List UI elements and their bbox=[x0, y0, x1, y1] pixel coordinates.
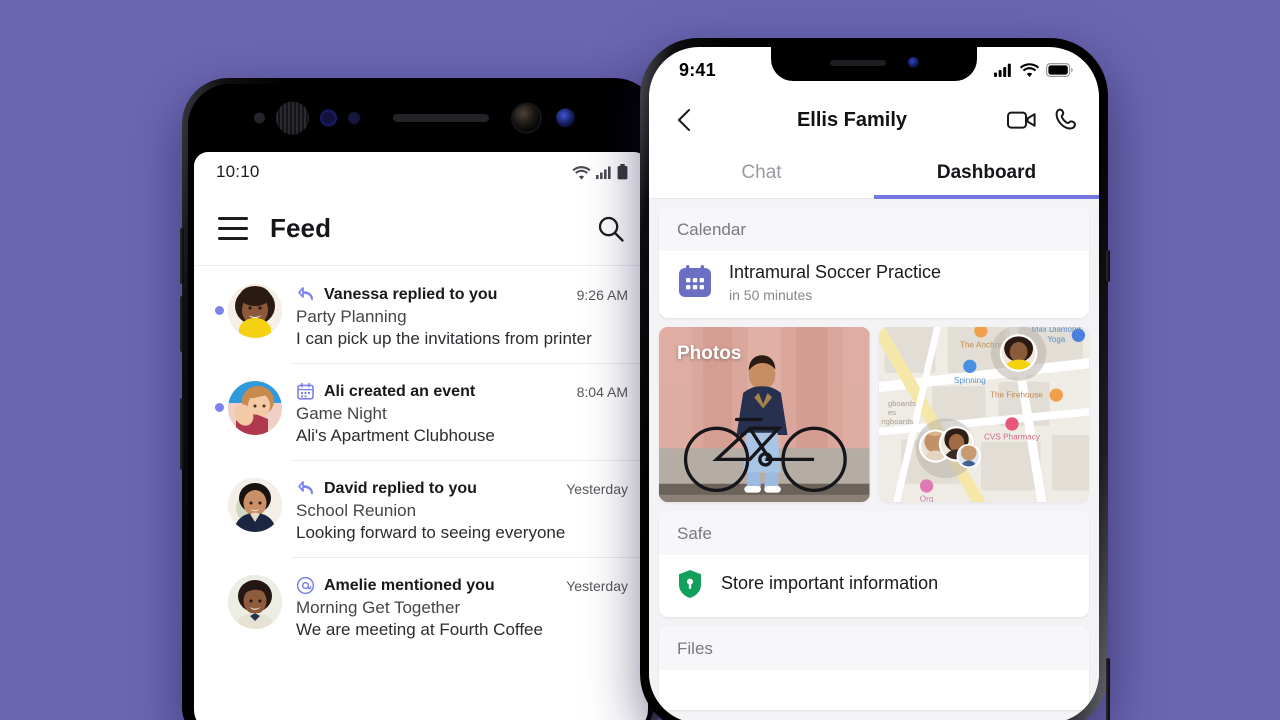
photos-tile[interactable]: Photos bbox=[659, 326, 870, 502]
iris-sensor-icon bbox=[320, 109, 337, 127]
feed-item-time: 8:04 AM bbox=[576, 383, 628, 400]
reply-icon bbox=[296, 285, 315, 304]
secondary-camera-icon bbox=[556, 108, 575, 128]
back-chevron-icon[interactable] bbox=[673, 106, 697, 134]
feed-item-title: Amelie mentioned you bbox=[324, 576, 495, 594]
battery-icon bbox=[617, 164, 628, 180]
unread-indicator bbox=[215, 403, 224, 412]
svg-text:The Firehouse: The Firehouse bbox=[989, 390, 1042, 399]
conversation-tabs: Chat Dashboard bbox=[649, 147, 1099, 199]
feed-item-time: Yesterday bbox=[566, 577, 628, 594]
feed-item-title: Vanessa replied to you bbox=[324, 285, 498, 303]
avatar bbox=[228, 381, 282, 435]
shield-icon bbox=[677, 569, 703, 599]
page-title: Feed bbox=[270, 213, 332, 243]
calendar-icon bbox=[677, 264, 713, 300]
photos-tile-label: Photos bbox=[677, 342, 742, 364]
cellular-icon bbox=[596, 166, 611, 179]
svg-text:Max Diamond: Max Diamond bbox=[1031, 327, 1080, 334]
dashboard-tiles: Photos The Anchor Spinning The Firehouse… bbox=[659, 326, 1089, 502]
left-status-time: 10:10 bbox=[216, 162, 260, 181]
calendar-card[interactable]: Calendar Intramural Soccer Practice in 5… bbox=[659, 207, 1089, 318]
wifi-icon bbox=[1020, 63, 1039, 77]
right-phone-mute-button[interactable] bbox=[1106, 250, 1110, 282]
video-call-icon[interactable] bbox=[1007, 109, 1037, 131]
iphone-device: 9:41 Ellis Family Chat Dashboard Calenda… bbox=[640, 38, 1110, 720]
light-sensor-icon bbox=[348, 112, 360, 124]
feed-item-message: Looking forward to seeing everyone bbox=[296, 523, 566, 542]
avatar bbox=[228, 284, 282, 338]
svg-text:Yoga: Yoga bbox=[1047, 335, 1065, 344]
map-tile[interactable]: The Anchor Spinning The Firehouse CVS Ph… bbox=[878, 326, 1089, 502]
earpiece-speaker-icon bbox=[276, 101, 309, 135]
search-icon[interactable] bbox=[596, 214, 626, 244]
list-item[interactable]: Amelie mentioned you Yesterday Morning G… bbox=[194, 557, 648, 654]
tab-dashboard[interactable]: Dashboard bbox=[874, 147, 1099, 199]
battery-icon bbox=[1046, 63, 1073, 77]
proximity-sensor-icon bbox=[254, 112, 265, 124]
cellular-icon bbox=[994, 63, 1011, 77]
feed-item-subject: School Reunion bbox=[296, 501, 417, 520]
right-status-time: 9:41 bbox=[679, 59, 716, 80]
reply-icon bbox=[296, 479, 315, 498]
left-phone-power-button[interactable] bbox=[180, 398, 184, 470]
active-tab-underline bbox=[874, 195, 1099, 199]
left-phone-screen: 10:10 Feed Vanessa replied to you 9:26 A… bbox=[194, 152, 648, 720]
android-phone-device: 10:10 Feed Vanessa replied to you 9:26 A… bbox=[180, 78, 660, 720]
svg-text:Org: Org bbox=[919, 494, 933, 502]
speaker-grille-icon bbox=[393, 114, 489, 122]
feed-item-subject: Game Night bbox=[296, 404, 387, 423]
unread-indicator bbox=[215, 306, 224, 315]
avatar bbox=[228, 575, 282, 629]
conversation-title: Ellis Family bbox=[796, 108, 908, 131]
right-phone-power-button[interactable] bbox=[1106, 658, 1110, 720]
feed-item-title: Ali created an event bbox=[324, 382, 476, 400]
dashboard-panel: Calendar Intramural Soccer Practice in 5… bbox=[649, 199, 1099, 720]
calendar-icon bbox=[296, 382, 315, 401]
feed-item-subject: Party Planning bbox=[296, 307, 407, 326]
front-camera-icon bbox=[513, 104, 540, 132]
safe-card-text: Store important information bbox=[721, 573, 939, 594]
left-app-header: Feed bbox=[194, 192, 648, 266]
svg-text:CVS Pharmacy: CVS Pharmacy bbox=[983, 432, 1040, 441]
mention-icon bbox=[296, 576, 315, 595]
list-item[interactable]: Vanessa replied to you 9:26 AM Party Pla… bbox=[194, 266, 648, 363]
left-phone-top-bezel bbox=[188, 84, 654, 152]
right-status-bar: 9:41 bbox=[649, 47, 1099, 93]
feed-item-time: 9:26 AM bbox=[576, 286, 628, 303]
avatar bbox=[228, 478, 282, 532]
svg-text:gboards: gboards bbox=[887, 399, 915, 408]
safe-card[interactable]: Safe Store important information bbox=[659, 510, 1089, 617]
left-phone-volume-up-button[interactable] bbox=[180, 228, 184, 284]
calendar-card-header: Calendar bbox=[659, 207, 1089, 251]
feed-item-message: I can pick up the invitations from print… bbox=[296, 329, 592, 348]
list-item[interactable]: David replied to you Yesterday School Re… bbox=[194, 460, 648, 557]
menu-icon[interactable] bbox=[218, 217, 248, 240]
svg-text:ngboards: ngboards bbox=[881, 417, 913, 426]
feed-item-subject: Morning Get Together bbox=[296, 598, 461, 617]
wifi-icon bbox=[572, 165, 591, 180]
feed-list: Vanessa replied to you 9:26 AM Party Pla… bbox=[194, 266, 648, 654]
svg-text:es: es bbox=[887, 408, 895, 417]
feed-item-time: Yesterday bbox=[566, 480, 628, 497]
feed-item-message: Ali's Apartment Clubhouse bbox=[296, 426, 495, 445]
safe-card-header: Safe bbox=[659, 510, 1089, 555]
files-card[interactable]: Files bbox=[659, 625, 1089, 710]
left-phone-volume-down-button[interactable] bbox=[180, 296, 184, 352]
feed-item-title: David replied to you bbox=[324, 479, 477, 497]
feed-item-message: We are meeting at Fourth Coffee bbox=[296, 620, 543, 639]
tab-chat[interactable]: Chat bbox=[649, 147, 874, 199]
calendar-event-time: in 50 minutes bbox=[729, 286, 813, 303]
svg-text:Spinning: Spinning bbox=[953, 376, 985, 385]
list-item[interactable]: Ali created an event 8:04 AM Game Night … bbox=[194, 363, 648, 460]
files-card-header: Files bbox=[659, 625, 1089, 670]
left-status-bar: 10:10 bbox=[194, 152, 648, 192]
phone-call-icon[interactable] bbox=[1055, 108, 1077, 132]
conversation-nav-bar: Ellis Family bbox=[649, 93, 1099, 147]
calendar-event-title: Intramural Soccer Practice bbox=[729, 262, 942, 282]
